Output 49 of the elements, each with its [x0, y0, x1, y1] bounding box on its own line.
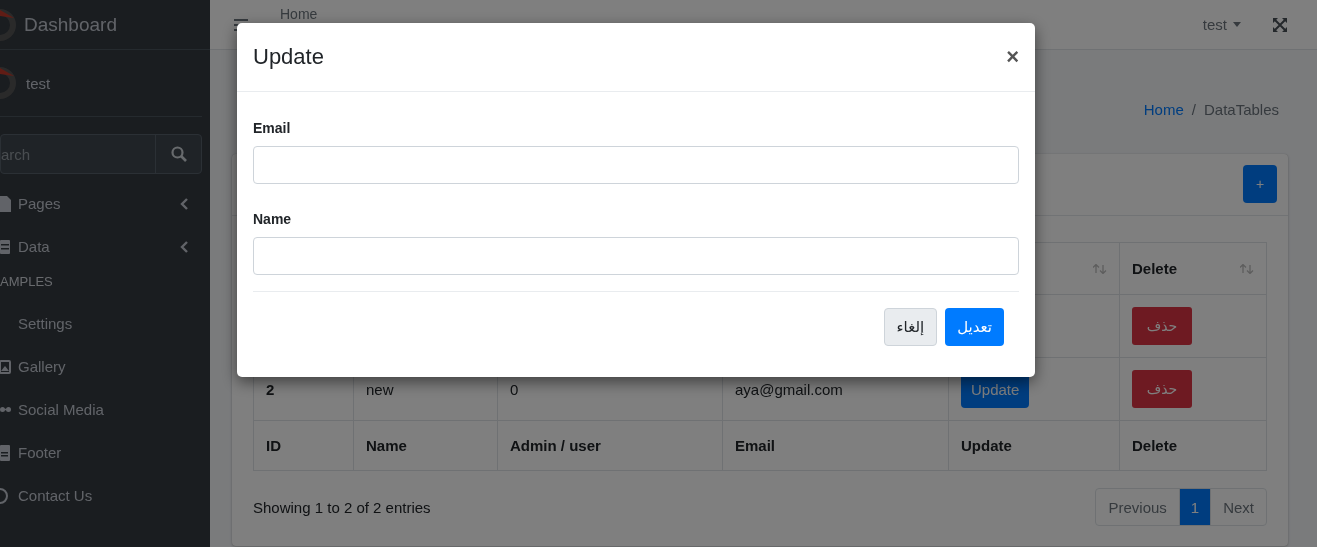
column-footer: Email — [735, 437, 776, 454]
user-dropdown[interactable]: test — [1202, 16, 1241, 33]
user-name[interactable]: test — [26, 74, 51, 92]
caret-icon — [1233, 22, 1241, 27]
field-label: Name — [253, 211, 293, 227]
image-icon — [0, 357, 11, 376]
expand-icon — [1273, 17, 1287, 32]
share-icon — [0, 407, 11, 412]
search-icon — [170, 146, 187, 162]
nav-item[interactable]: Social Media — [0, 388, 210, 431]
chevron-left-icon — [180, 197, 188, 210]
breadcrumb-separator: / — [1191, 101, 1196, 118]
breadcrumb-current: DataTables — [1203, 101, 1279, 118]
page-button[interactable]: 1 — [1178, 489, 1211, 525]
sort-icon — [1093, 263, 1107, 274]
close-button[interactable]: × — [1006, 46, 1019, 68]
delete-button[interactable]: حذف — [1132, 307, 1192, 345]
add-button[interactable]: + — [1243, 165, 1277, 203]
delete-button[interactable]: حذف — [1132, 370, 1192, 408]
nav-item[interactable]: Contact Us — [0, 474, 210, 517]
column-header[interactable]: Delete — [1132, 260, 1178, 277]
sort-icon — [1240, 263, 1254, 274]
brand-title[interactable]: Dashboard — [24, 13, 117, 36]
table-cell: 0 — [510, 380, 519, 398]
column-footer: Update — [961, 437, 1012, 454]
input-field[interactable] — [253, 146, 1019, 184]
cancel-button[interactable]: إلغاء — [883, 308, 938, 346]
nav-item[interactable]: Settings — [0, 302, 210, 345]
breadcrumb-link[interactable]: Home — [1143, 101, 1184, 118]
page-button[interactable]: Previous — [1096, 489, 1179, 525]
field-label: Email — [253, 120, 292, 136]
nav-section-header: AMPLES — [0, 273, 54, 291]
chevron-left-icon — [180, 240, 188, 253]
column-footer: Delete — [1132, 437, 1178, 454]
modal-title: Update — [253, 44, 324, 70]
table-cell: 2 — [266, 380, 275, 398]
nav-item[interactable]: Gallery — [0, 345, 210, 388]
column-footer: ID — [266, 437, 281, 454]
table-cell: new — [366, 380, 394, 398]
column-footer: Name — [366, 437, 407, 454]
page-button[interactable]: Next — [1210, 489, 1266, 525]
fullscreen-button[interactable] — [1273, 17, 1287, 32]
input-field[interactable] — [253, 237, 1019, 275]
submit-button[interactable]: تعديل — [945, 308, 1004, 346]
table-cell: aya@gmail.com — [735, 380, 843, 398]
home-link[interactable]: Home — [280, 6, 318, 21]
column-footer: Admin / user — [510, 437, 601, 454]
page-icon — [0, 194, 11, 213]
table-info: Showing 1 to 2 of 2 entries — [253, 498, 431, 516]
